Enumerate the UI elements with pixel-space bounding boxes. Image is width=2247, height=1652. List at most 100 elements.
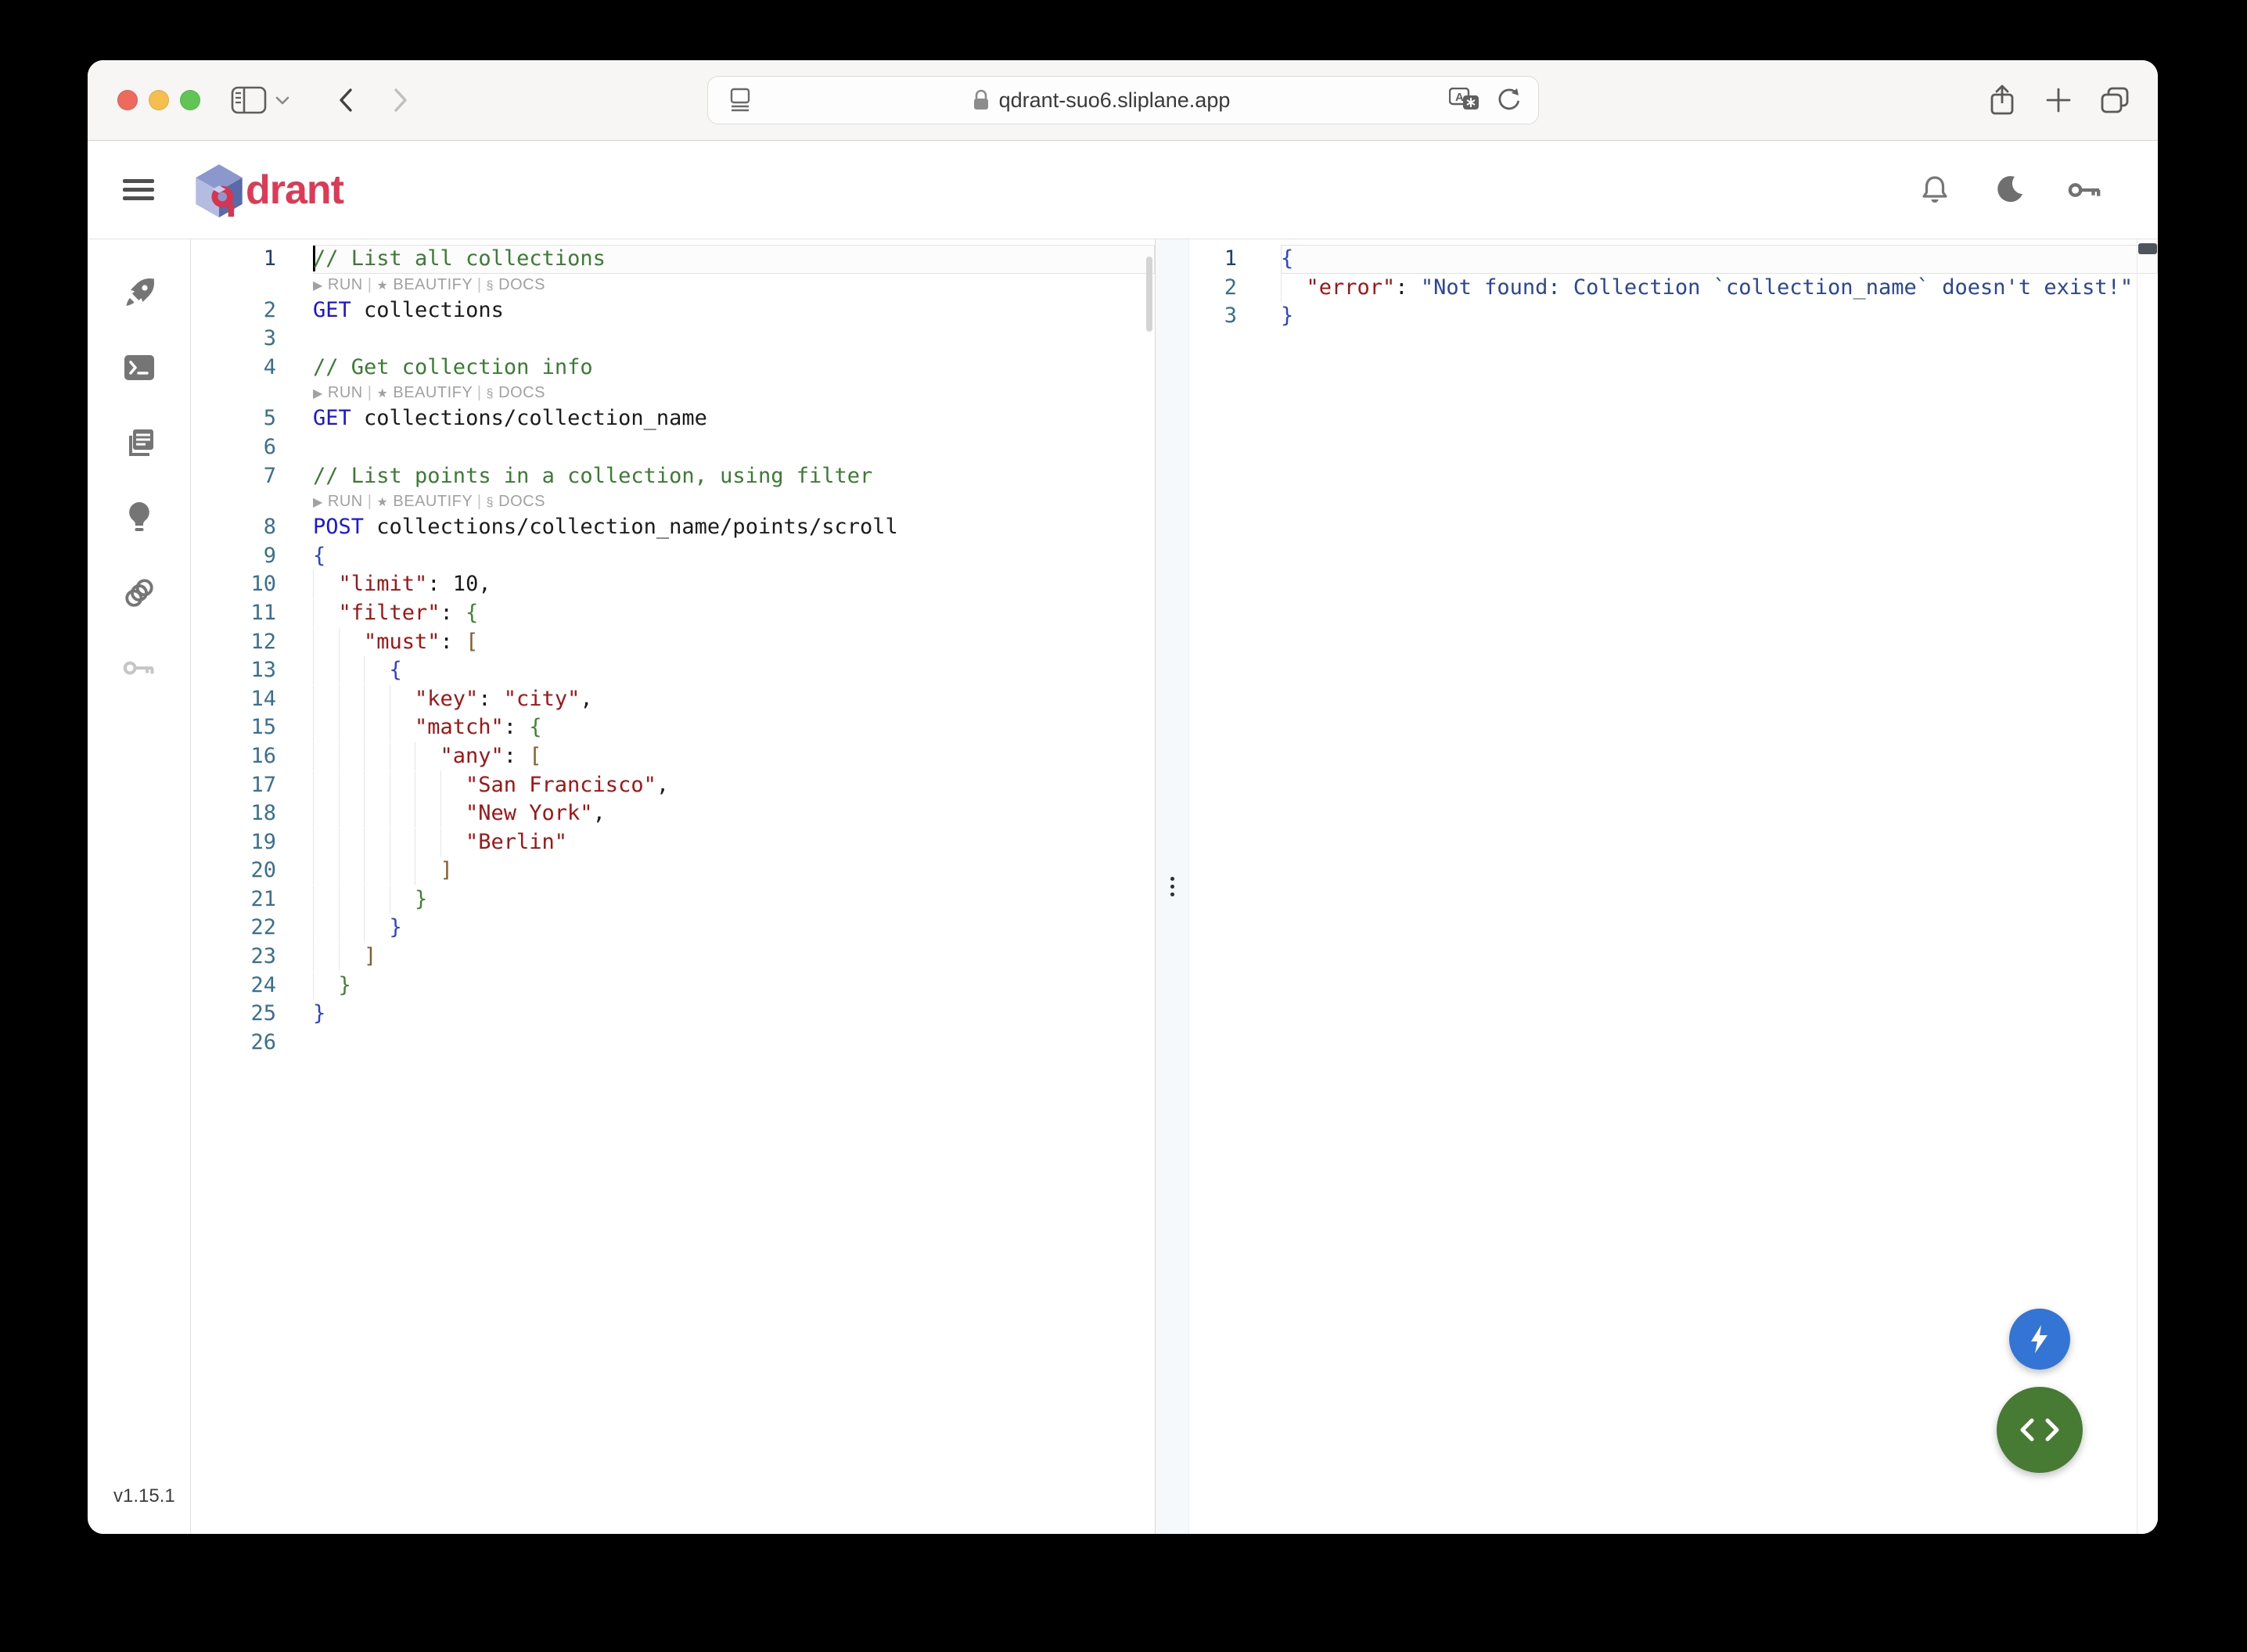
line-number: 4 (191, 354, 313, 382)
indent-guide (415, 857, 440, 885)
sidebar-item-console[interactable] (123, 351, 156, 384)
code-text[interactable]: } (313, 914, 1155, 943)
run-widget-row: ▶ RUN | ★ BEAUTIFY | § DOCS (191, 490, 1155, 513)
indent-guide (339, 742, 365, 770)
code-text[interactable]: } (313, 971, 1155, 1000)
run-button[interactable]: ▶ RUN (313, 384, 363, 401)
code-text[interactable]: "any": [ (313, 742, 1155, 771)
api-key-icon (2068, 180, 2102, 200)
code-text[interactable] (313, 1029, 1155, 1058)
code-text[interactable]: "limit": 10, (313, 570, 1155, 599)
reload-icon (1496, 88, 1521, 113)
new-tab-button[interactable] (2041, 83, 2076, 117)
code-text[interactable]: } (313, 1000, 1155, 1029)
code-line: 8POST collections/collection_name/points… (191, 513, 1155, 542)
line-number: 6 (191, 433, 313, 462)
panel-splitter[interactable] (1156, 239, 1189, 1534)
logo-text: drant (246, 167, 343, 214)
sidebar-item-welcome[interactable] (123, 276, 156, 309)
code-text[interactable]: // List all collections (313, 245, 1155, 274)
editor-scrollbar-thumb[interactable] (1146, 257, 1152, 332)
sidebar-toggle-button[interactable] (231, 86, 267, 114)
response-scrollbar-thumb[interactable] (2138, 243, 2157, 254)
code-text[interactable]: } (313, 885, 1155, 914)
line-number: 10 (191, 570, 313, 599)
code-text[interactable]: { (313, 542, 1155, 571)
code-line: 7// List points in a collection, using f… (191, 462, 1155, 491)
qdrant-logo[interactable]: drant (194, 163, 343, 217)
code-text[interactable] (313, 433, 1155, 462)
menu-button[interactable] (123, 179, 154, 200)
beautify-button[interactable]: ★ BEAUTIFY (377, 384, 473, 401)
run-button[interactable]: ▶ RUN (313, 493, 363, 510)
code-text[interactable]: "Berlin" (313, 828, 1155, 857)
code-line: 22} (191, 914, 1155, 943)
code-line: 14"key": "city", (191, 685, 1155, 714)
theme-toggle-button[interactable] (1993, 173, 2027, 207)
code-text[interactable]: "filter": { (313, 599, 1155, 628)
line-number: 18 (191, 799, 313, 828)
code-text[interactable]: { (313, 656, 1155, 685)
sidebar-item-collections[interactable] (123, 426, 156, 459)
library-icon (123, 426, 156, 459)
docs-button[interactable]: § DOCS (487, 493, 545, 510)
code-text[interactable]: "key": "city", (313, 685, 1155, 714)
code-text[interactable]: GET collections (313, 296, 1155, 325)
indent-guide (339, 628, 365, 656)
code-line: 3} (1189, 302, 2158, 331)
code-text[interactable]: "New York", (313, 799, 1155, 828)
code-line: 18"New York", (191, 799, 1155, 828)
beautify-button[interactable]: ★ BEAUTIFY (377, 276, 473, 293)
indent-guide (339, 713, 365, 742)
run-button[interactable]: ▶ RUN (313, 276, 363, 293)
code-text[interactable] (313, 325, 1155, 354)
line-number: 24 (191, 971, 313, 1000)
translate-button[interactable]: A (1449, 88, 1480, 113)
code-text[interactable]: GET collections/collection_name (313, 404, 1155, 433)
sidebar-item-datasets[interactable] (123, 576, 156, 609)
forward-button[interactable] (392, 87, 409, 113)
sidebar-item-api-keys[interactable] (123, 652, 156, 684)
svg-text:A: A (1455, 91, 1464, 104)
code-text[interactable]: POST collections/collection_name/points/… (313, 513, 1155, 542)
sidebar-item-tutorial[interactable] (123, 501, 156, 534)
code-line: 12"must": [ (191, 628, 1155, 657)
minimize-button[interactable] (149, 90, 169, 110)
code-line: 10"limit": 10, (191, 570, 1155, 599)
sidebar-menu-chevron[interactable] (275, 95, 290, 106)
version-label: v1.15.1 (113, 1485, 175, 1507)
toggle-code-view-button[interactable] (1997, 1387, 2083, 1473)
indent-guide (313, 857, 339, 885)
code-text[interactable]: "match": { (313, 713, 1155, 742)
indent-guide (364, 828, 390, 857)
api-key-button[interactable] (2068, 173, 2102, 207)
code-line: 6 (191, 433, 1155, 462)
line-number: 1 (191, 245, 313, 274)
code-text[interactable]: "must": [ (313, 628, 1155, 657)
code-text[interactable]: // Get collection info (313, 354, 1155, 382)
line-number: 13 (191, 656, 313, 685)
code-line: 15"match": { (191, 713, 1155, 742)
code-text[interactable]: // List points in a collection, using fi… (313, 462, 1155, 491)
code-text[interactable]: ] (313, 857, 1155, 885)
share-button[interactable] (1985, 83, 2019, 117)
request-editor: 1// List all collections ▶ RUN | ★ BEAUTI… (191, 239, 1156, 1534)
run-all-button[interactable] (2009, 1309, 2070, 1370)
notifications-button[interactable] (1918, 173, 1952, 207)
page-settings-button[interactable] (727, 88, 753, 113)
address-bar[interactable]: qdrant-suo6.sliplane.app A (707, 76, 1539, 124)
reload-button[interactable] (1496, 88, 1521, 113)
line-number: 8 (191, 513, 313, 542)
zoom-button[interactable] (180, 90, 200, 110)
indent-guide (1281, 274, 1307, 302)
indent-guide (364, 857, 390, 885)
indent-guide (390, 885, 415, 914)
docs-button[interactable]: § DOCS (487, 276, 545, 293)
docs-button[interactable]: § DOCS (487, 384, 545, 401)
tab-overview-button[interactable] (2098, 83, 2132, 117)
beautify-button[interactable]: ★ BEAUTIFY (377, 493, 473, 510)
back-button[interactable] (337, 87, 354, 113)
code-text[interactable]: ] (313, 943, 1155, 971)
close-button[interactable] (117, 90, 138, 110)
code-text[interactable]: "San Francisco", (313, 771, 1155, 800)
